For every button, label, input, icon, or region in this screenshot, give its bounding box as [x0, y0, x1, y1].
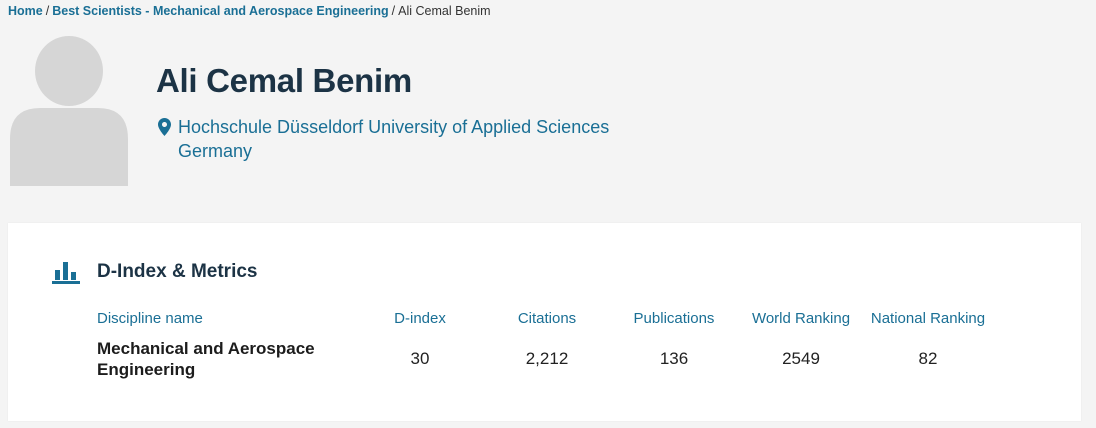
breadcrumb-current: Ali Cemal Benim: [398, 4, 491, 18]
avatar-head: [35, 36, 103, 106]
bar-chart-icon: [52, 262, 80, 284]
scientist-name: Ali Cemal Benim: [156, 62, 412, 99]
breadcrumb-home-link[interactable]: Home: [8, 4, 43, 18]
institution-link[interactable]: Hochschule Düsseldorf University of Appl…: [178, 115, 609, 139]
header-publications: Publications: [633, 310, 715, 327]
map-pin-icon: [158, 118, 171, 136]
breadcrumb-separator: /: [391, 4, 396, 18]
header-discipline: Discipline name: [97, 310, 203, 327]
national-ranking-value: 82: [918, 349, 938, 368]
avatar: [10, 36, 128, 186]
country-link[interactable]: Germany: [178, 139, 609, 163]
d-index-value: 30: [410, 349, 430, 368]
avatar-body: [10, 108, 128, 186]
header-national-ranking: National Ranking: [870, 310, 986, 327]
discipline-name: Mechanical and Aerospace Engineering: [97, 339, 315, 379]
header-d-index: D-index: [394, 310, 446, 327]
header-world-ranking: World Ranking: [751, 310, 851, 327]
metrics-title: D-Index & Metrics: [97, 261, 258, 282]
breadcrumb-category-link[interactable]: Best Scientists - Mechanical and Aerospa…: [52, 4, 388, 18]
citations-value: 2,212: [525, 349, 569, 368]
breadcrumb-separator: /: [45, 4, 50, 18]
affiliation: Hochschule Düsseldorf University of Appl…: [178, 115, 609, 163]
world-ranking-value: 2549: [782, 349, 820, 368]
publications-value: 136: [659, 349, 689, 368]
breadcrumb: Home / Best Scientists - Mechanical and Ae…: [8, 4, 491, 18]
header-citations: Citations: [517, 310, 577, 327]
metrics-card: D-Index & Metrics Discipline name D-inde…: [8, 223, 1081, 421]
